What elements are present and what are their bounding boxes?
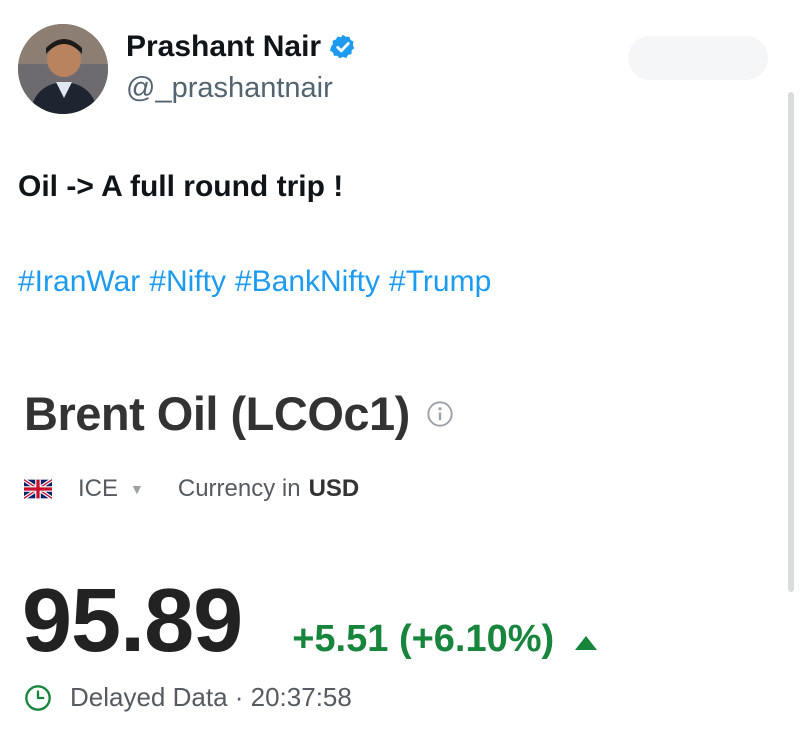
author-handle[interactable]: @_prashantnair [126,72,333,105]
price-change: +5.51 (+6.10%) [292,618,555,660]
instrument-meta-row: ICE ▼ Currency in USD [24,475,359,503]
author-name-row[interactable]: Prashant Nair [126,30,357,64]
hashtag-link[interactable]: #Nifty [149,265,226,298]
instrument-title: Brent Oil (LCOc1) [24,387,410,440]
exchange-selector[interactable]: ICE [78,475,118,503]
currency-label: Currency in [177,475,301,502]
tweet-text: Oil -> A full round trip ! [18,170,344,203]
up-arrow-icon [575,636,598,650]
hashtag-link[interactable]: #IranWar [18,265,140,298]
info-icon[interactable] [426,400,454,428]
hashtag-link[interactable]: #Trump [389,265,491,298]
chevron-down-icon[interactable]: ▼ [130,481,144,497]
delayed-data-row: Delayed Data · 20:37:58 [24,682,352,713]
price-row: 95.89 +5.51 (+6.10%) [22,570,598,673]
instrument-title-row: Brent Oil (LCOc1) [24,386,454,441]
uk-flag-icon [24,479,52,499]
delayed-data-label: Delayed Data · 20:37:58 [70,682,352,712]
hashtag-list: #IranWar #Nifty #BankNifty #Trump [18,265,500,299]
clock-icon [25,684,51,711]
currency-value: USD [308,475,360,502]
verified-badge-icon [330,34,355,59]
avatar-image [18,24,108,114]
hashtag-link[interactable]: #BankNifty [235,265,380,298]
follow-button-faded[interactable] [628,36,768,80]
last-price: 95.89 [22,571,243,671]
author-avatar[interactable] [18,24,108,114]
author-name[interactable]: Prashant Nair [126,30,321,64]
scrollbar[interactable] [788,92,794,592]
